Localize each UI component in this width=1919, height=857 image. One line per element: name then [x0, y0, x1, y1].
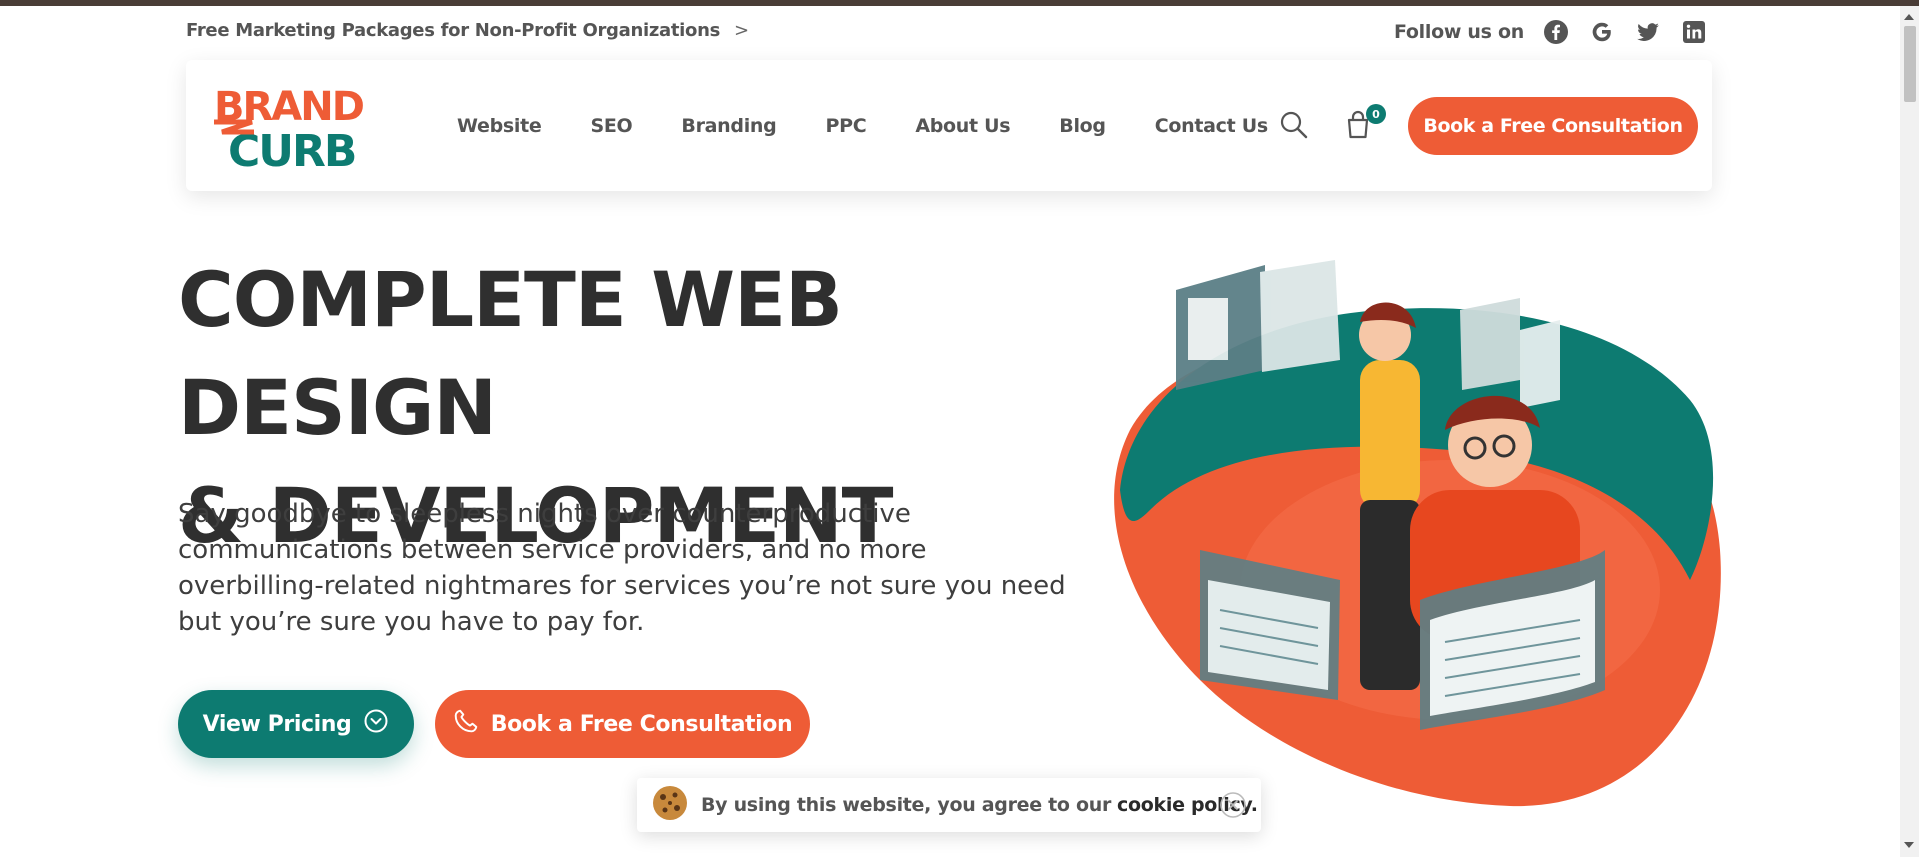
hero-illustration: [1090, 250, 1730, 810]
nav-about-us[interactable]: About Us: [915, 115, 1010, 137]
search-icon[interactable]: [1278, 109, 1310, 141]
cookie-banner: By using this website, you agree to our c…: [637, 778, 1261, 832]
main-header: BRAND CURB Website SEO Branding PPC Abou…: [186, 60, 1712, 191]
nav-seo[interactable]: SEO: [590, 115, 632, 137]
follow-us-label: Follow us on: [1394, 21, 1524, 43]
page-scrollbar[interactable]: [1900, 6, 1919, 857]
brandcurb-logo[interactable]: BRAND CURB: [212, 80, 368, 177]
phone-icon: [453, 708, 479, 740]
close-icon[interactable]: [1219, 791, 1247, 819]
nav-ppc[interactable]: PPC: [825, 115, 866, 137]
hero-consultation-button[interactable]: Book a Free Consultation: [435, 690, 810, 758]
nav-website[interactable]: Website: [457, 115, 542, 137]
nav-contact-us[interactable]: Contact Us: [1155, 115, 1268, 137]
cookie-text: By using this website, you agree to our: [701, 794, 1112, 816]
facebook-icon[interactable]: [1542, 18, 1570, 46]
hero-description: Say goodbye to sleepless nights over cou…: [178, 499, 1066, 637]
view-pricing-button[interactable]: View Pricing: [178, 690, 414, 758]
linkedin-icon[interactable]: [1680, 18, 1708, 46]
top-accent-line: [0, 0, 1919, 6]
chevron-right-icon: >: [734, 20, 749, 41]
announcement-text: Free Marketing Packages for Non-Profit O…: [186, 20, 721, 41]
twitter-icon[interactable]: [1634, 18, 1662, 46]
scroll-down-arrow-icon[interactable]: [1904, 842, 1914, 848]
cookie-icon: [651, 784, 689, 826]
chevron-down-circle-icon: [363, 708, 389, 740]
header-consultation-button[interactable]: Book a Free Consultation: [1408, 97, 1698, 155]
view-pricing-label: View Pricing: [202, 711, 352, 737]
nav-branding[interactable]: Branding: [681, 115, 776, 137]
cookie-message: By using this website, you agree to our c…: [701, 794, 1258, 816]
scrollbar-thumb[interactable]: [1904, 26, 1916, 102]
cart-count-badge: 0: [1366, 104, 1386, 124]
nav-blog[interactable]: Blog: [1059, 115, 1106, 137]
hero-title-line1: COMPLETE WEB DESIGN: [178, 255, 843, 452]
social-links: Follow us on: [1394, 18, 1708, 46]
main-nav: Website SEO Branding PPC About Us Blog C…: [457, 60, 1317, 191]
scroll-up-arrow-icon[interactable]: [1904, 14, 1914, 20]
announcement-link[interactable]: Free Marketing Packages for Non-Profit O…: [186, 20, 749, 41]
hero-consultation-label: Book a Free Consultation: [490, 711, 793, 737]
google-icon[interactable]: [1588, 18, 1616, 46]
